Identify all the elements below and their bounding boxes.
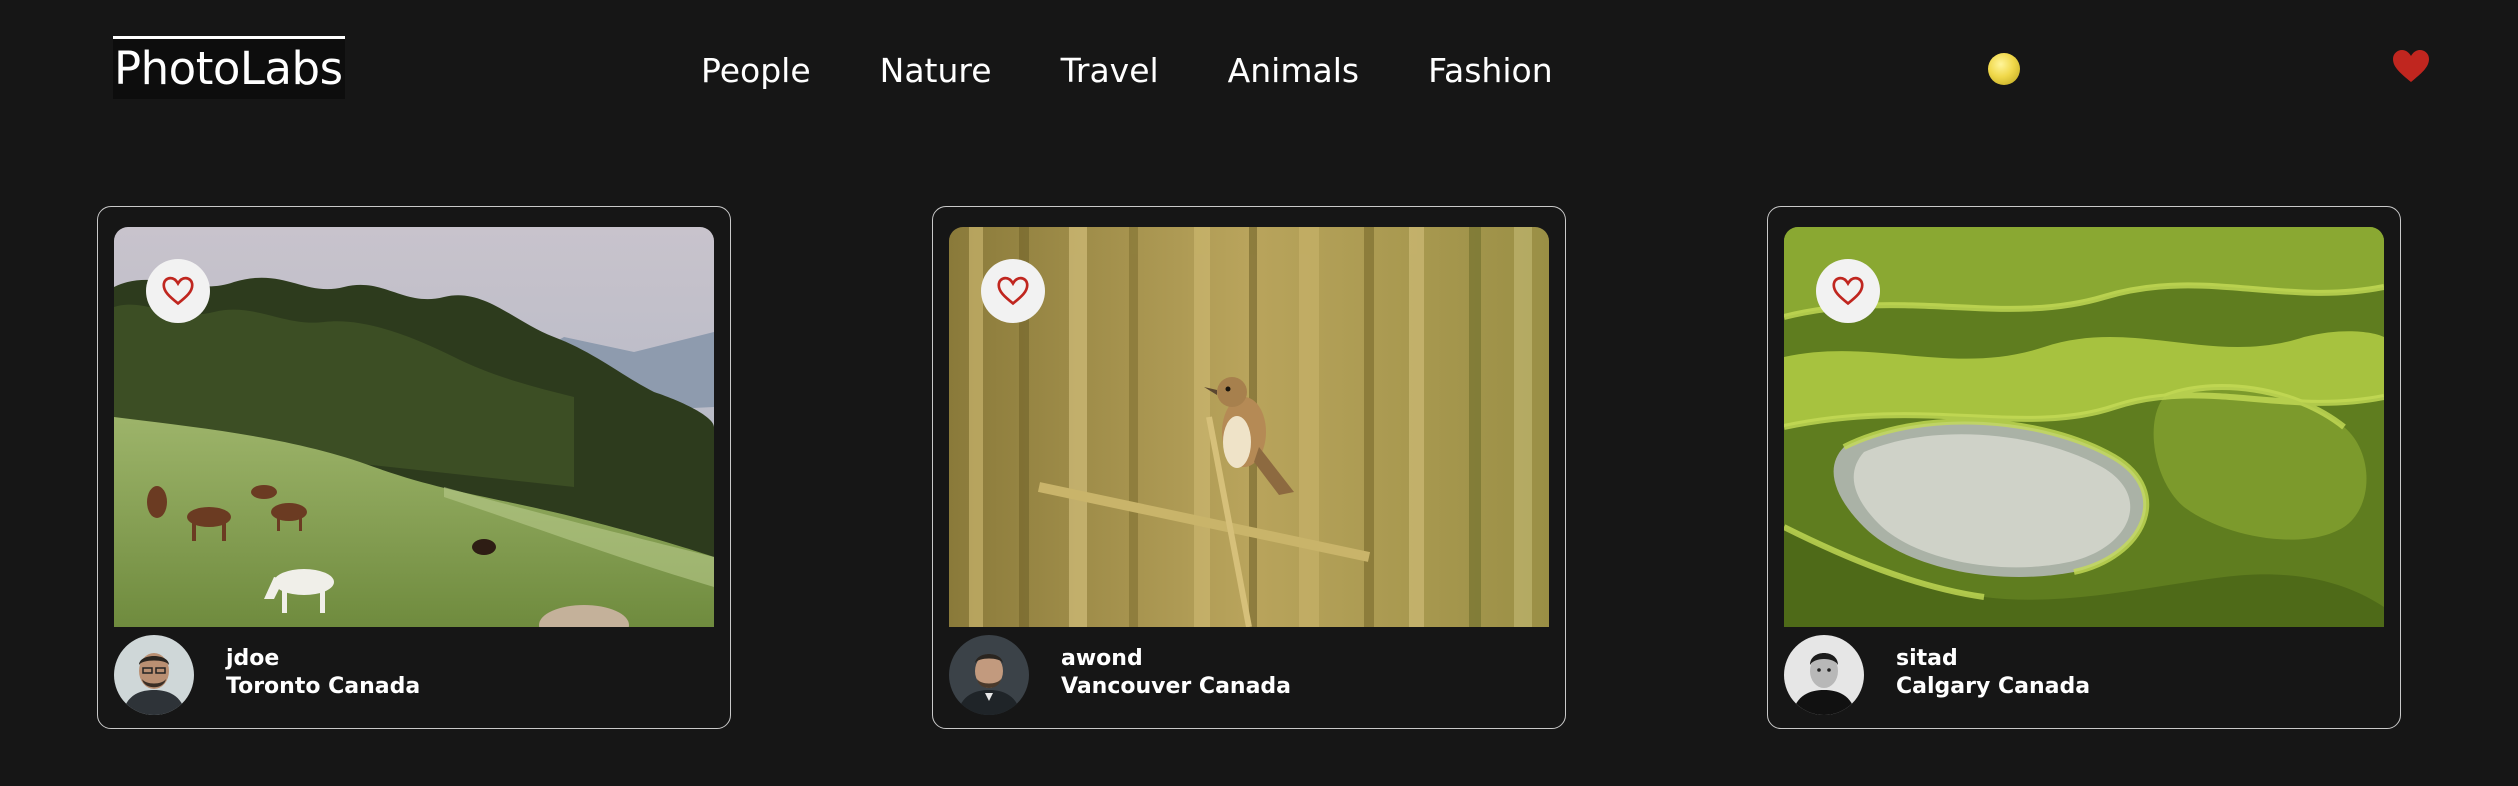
favorite-toggle-button[interactable] [146, 259, 210, 323]
topic-people[interactable]: People [701, 48, 811, 94]
favorite-toggle-button[interactable] [1816, 259, 1880, 323]
photo-username: jdoe [226, 646, 280, 671]
photo-location: Toronto Canada [226, 674, 421, 699]
heart-outline-icon [997, 276, 1029, 306]
heart-outline-icon [162, 276, 194, 306]
user-avatar [949, 635, 1029, 715]
topic-travel[interactable]: Travel [1061, 48, 1159, 94]
photo-card[interactable]: awond Vancouver Canada [932, 206, 1566, 729]
topic-animals[interactable]: Animals [1228, 48, 1359, 94]
photo-username: sitad [1896, 646, 1958, 671]
app-logo[interactable]: PhotoLabs [113, 36, 345, 99]
nav-favorites-button[interactable] [2391, 48, 2431, 84]
topic-list: People Nature Travel Animals Fashion [701, 48, 1553, 94]
heart-filled-icon [2393, 50, 2429, 82]
photo-card[interactable]: jdoe Toronto Canada [97, 206, 731, 729]
user-avatar [114, 635, 194, 715]
photo-location: Vancouver Canada [1061, 674, 1292, 699]
photo-username: awond [1061, 646, 1143, 671]
photo-image-bird[interactable] [949, 227, 1549, 627]
photo-image-horses[interactable] [114, 227, 714, 627]
favorite-toggle-button[interactable] [981, 259, 1045, 323]
topic-fashion[interactable]: Fashion [1428, 48, 1553, 94]
photo-location: Calgary Canada [1896, 674, 2091, 699]
favorite-notification-dot [1988, 53, 2020, 85]
user-avatar [1784, 635, 1864, 715]
topic-nature[interactable]: Nature [880, 48, 992, 94]
heart-outline-icon [1832, 276, 1864, 306]
photo-image-rice-terraces[interactable] [1784, 227, 2384, 627]
photo-card[interactable]: sitad Calgary Canada [1767, 206, 2401, 729]
